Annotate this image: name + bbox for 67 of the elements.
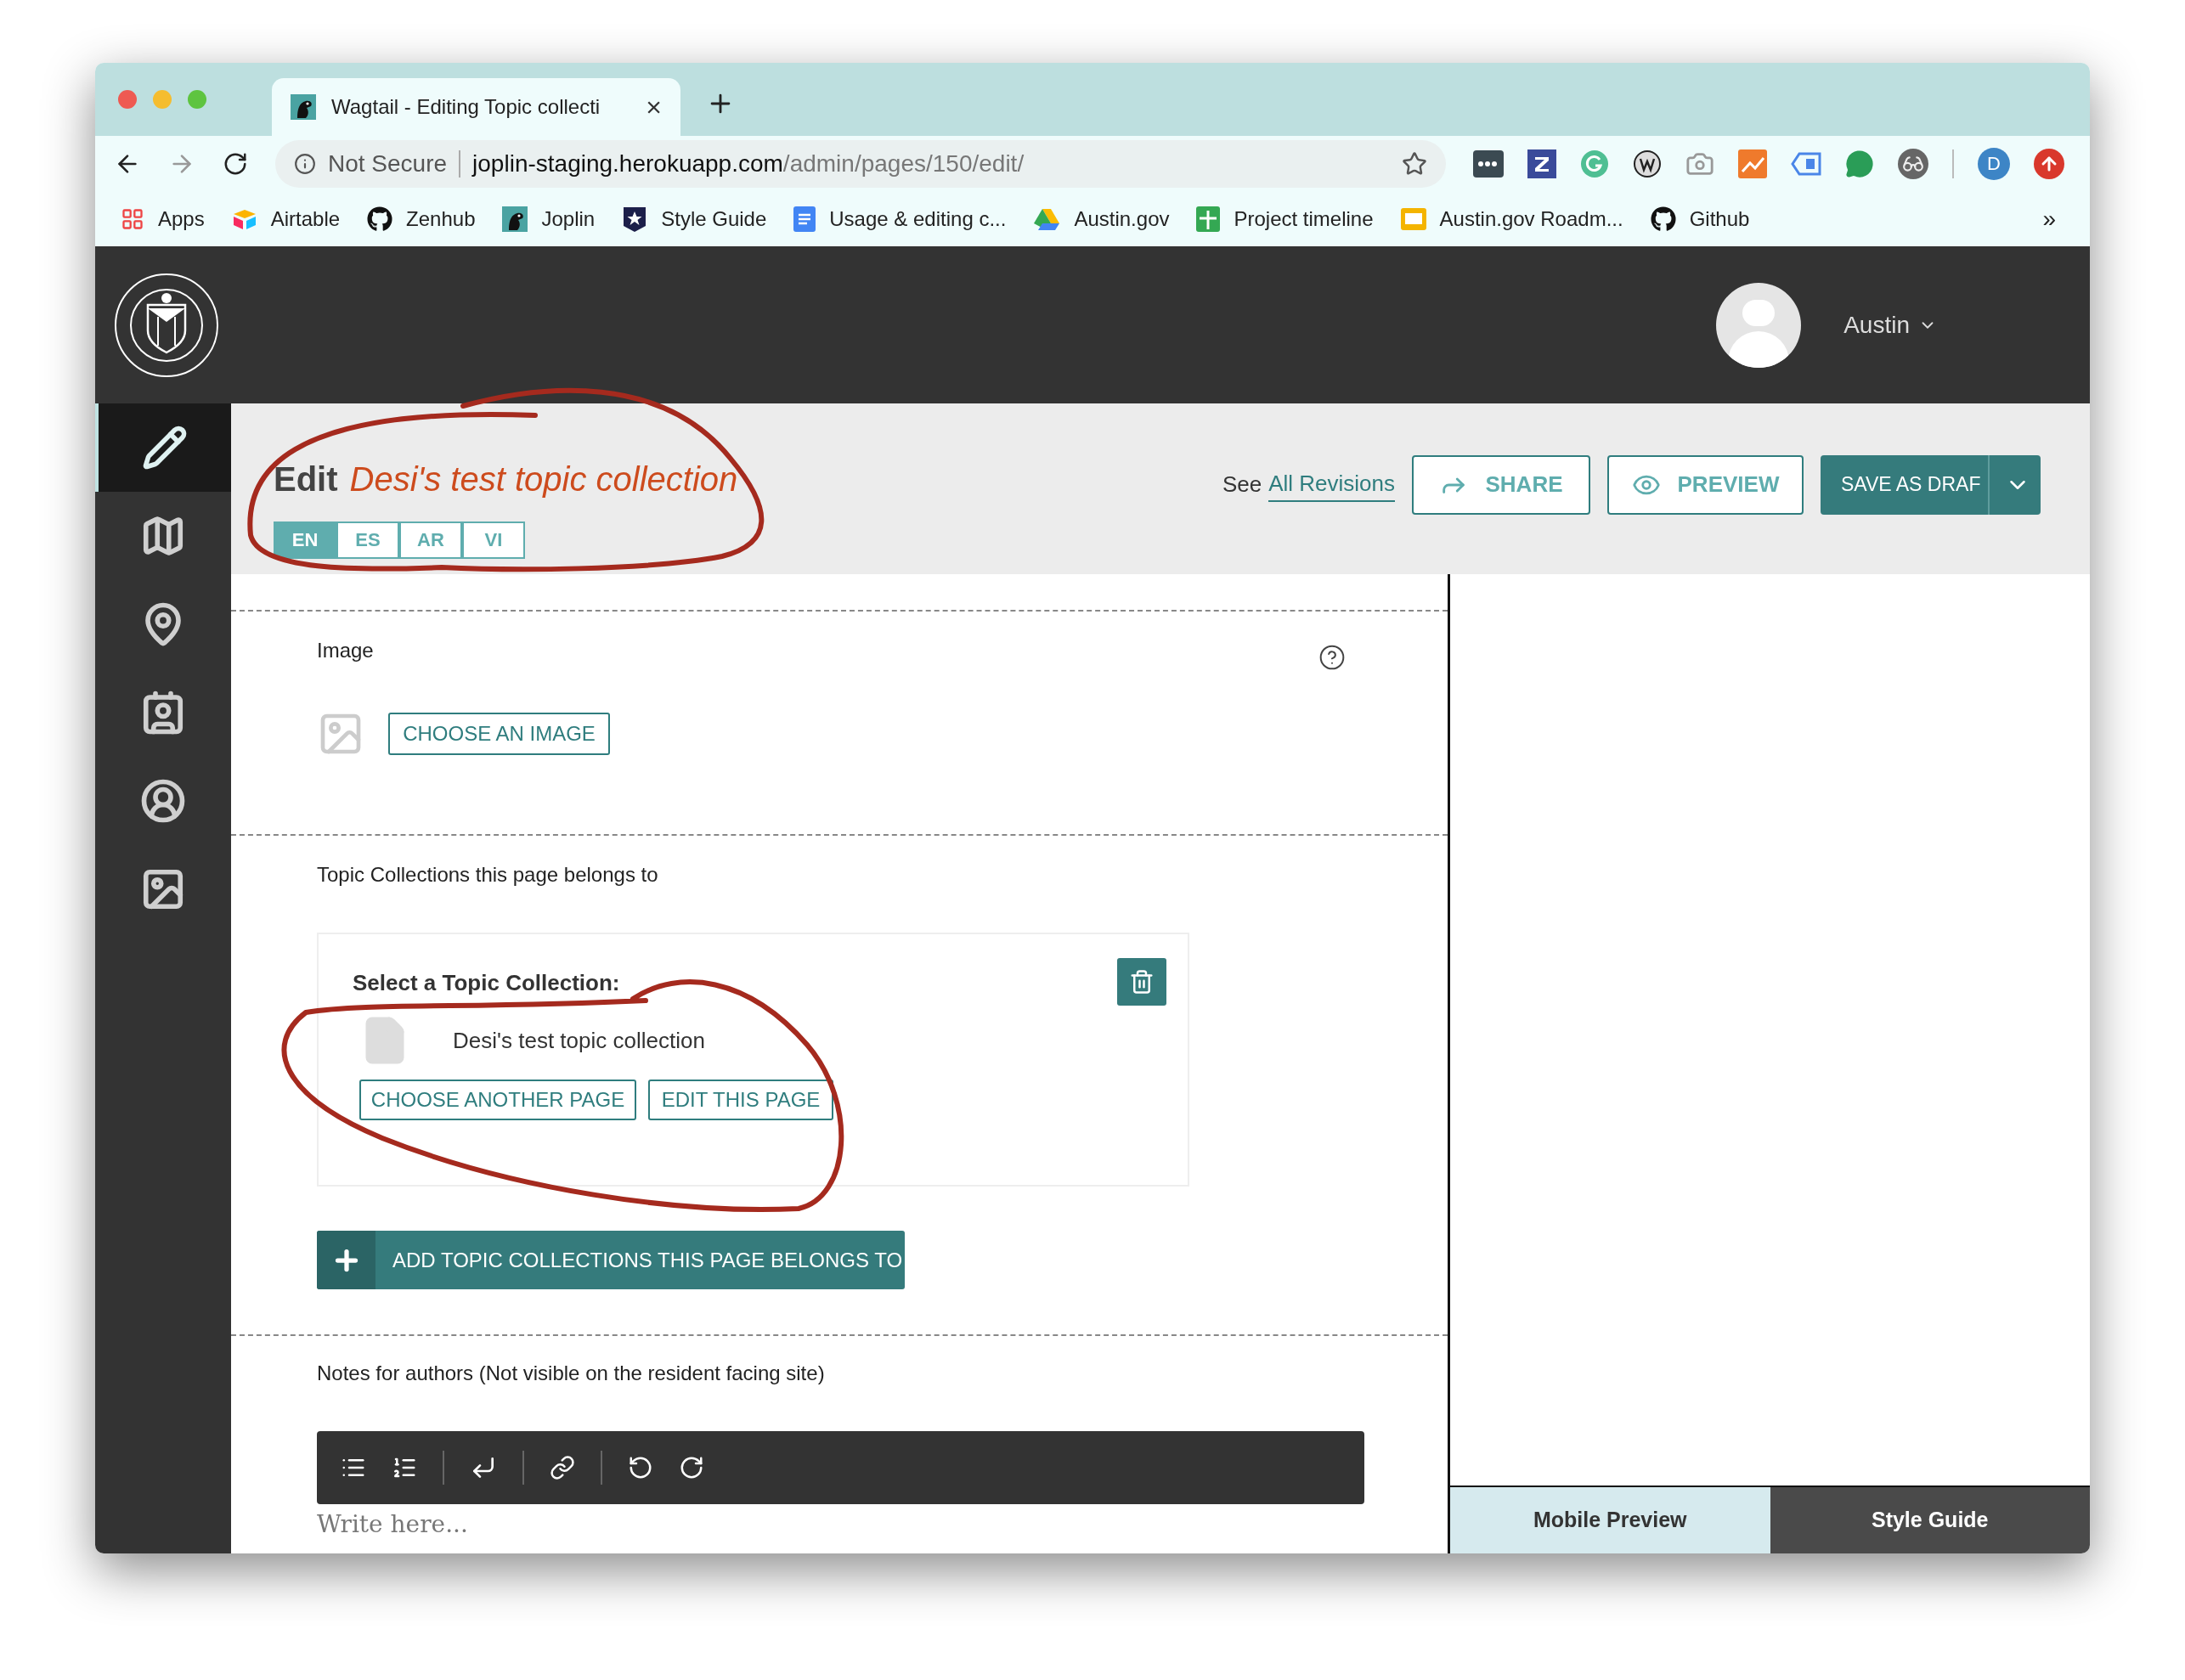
security-label: Not Secure bbox=[328, 149, 448, 178]
choose-another-page-button[interactable]: CHOOSE ANOTHER PAGE bbox=[359, 1080, 636, 1120]
user-menu-button[interactable]: Austin bbox=[1843, 307, 1937, 343]
slide-icon bbox=[1400, 207, 1426, 230]
help-icon[interactable] bbox=[1318, 644, 1346, 671]
bookmark-item[interactable]: Austin.gov bbox=[1033, 203, 1170, 234]
bookmark-item[interactable]: Style Guide bbox=[622, 203, 767, 234]
sidebar-item[interactable] bbox=[95, 403, 231, 492]
box-icon bbox=[231, 207, 257, 230]
cat-icon bbox=[1650, 206, 1676, 232]
bookmark-item[interactable]: Project timeline bbox=[1196, 203, 1374, 234]
triangle-icon bbox=[1033, 206, 1061, 231]
undo-icon[interactable] bbox=[628, 1455, 653, 1480]
revisions-prefix: See bbox=[1222, 471, 1262, 499]
delete-button[interactable] bbox=[1117, 958, 1166, 1006]
edit-label: Edit bbox=[274, 459, 338, 499]
notes-field[interactable]: Write here... bbox=[317, 1509, 1448, 1540]
field-label: Image bbox=[317, 638, 374, 663]
bookmark-item[interactable]: Joplin bbox=[502, 203, 596, 234]
tab-close-button[interactable]: × bbox=[646, 93, 662, 121]
address-bar[interactable]: Not Secure joplin-staging.herokuapp.com/admin/pages/150/edit/ bbox=[275, 139, 1446, 188]
bookmark-star-icon[interactable] bbox=[1402, 150, 1427, 177]
choose-image-button[interactable]: CHOOSE AN IMAGE bbox=[388, 713, 610, 755]
info-icon bbox=[294, 152, 316, 175]
field-label: Topic Collections this page belongs to bbox=[317, 863, 658, 886]
apps-grid-icon bbox=[121, 206, 144, 231]
redo-icon[interactable] bbox=[679, 1455, 704, 1480]
user-icon bbox=[140, 778, 186, 824]
chat-bubble-icon[interactable] bbox=[1845, 149, 1874, 178]
glasses-extension-icon[interactable] bbox=[1898, 148, 1928, 179]
seal-logo[interactable] bbox=[114, 272, 219, 378]
all-revisions-link[interactable]: All Revisions bbox=[1268, 467, 1395, 502]
bookmark-item[interactable]: Zenhub bbox=[367, 203, 476, 234]
chosen-page-title: Desi's test topic collection bbox=[453, 1026, 705, 1055]
document-icon bbox=[793, 206, 816, 232]
page-title: Desi's test topic collection bbox=[349, 459, 738, 499]
tab-title: Wagtail - Editing Topic collecti bbox=[331, 94, 601, 120]
url-text: joplin-staging.herokuapp.com/admin/pages/150/edit/ bbox=[472, 149, 1025, 178]
upload-extension-icon[interactable] bbox=[2034, 148, 2064, 179]
preview-tab[interactable]: Style Guide bbox=[1770, 1487, 2090, 1553]
pencil-icon bbox=[142, 425, 188, 471]
bookmark-item[interactable]: Airtable bbox=[231, 203, 341, 234]
card-heading: Select a Topic Collection: bbox=[353, 969, 620, 997]
w-extension-icon[interactable] bbox=[1633, 149, 1662, 178]
cat-icon bbox=[367, 206, 393, 232]
edit-this-page-button[interactable]: EDIT THIS PAGE bbox=[648, 1080, 833, 1120]
save-draft-button[interactable]: SAVE AS DRAF bbox=[1821, 454, 2041, 515]
browser-tab[interactable]: Wagtail - Editing Topic collecti × bbox=[272, 78, 680, 136]
bookmark-item[interactable]: Apps bbox=[121, 203, 205, 234]
bookmark-item[interactable]: Austin.gov Roadm... bbox=[1400, 203, 1623, 234]
sheet-icon bbox=[1196, 206, 1221, 232]
chart-extension-icon[interactable] bbox=[1738, 149, 1767, 178]
bookmark-item[interactable]: Github bbox=[1650, 203, 1750, 234]
more-bookmarks-button[interactable]: » bbox=[2042, 200, 2056, 237]
bird-icon bbox=[502, 206, 528, 232]
preview-tab[interactable]: Mobile Preview bbox=[1450, 1487, 1770, 1553]
tag-extension-icon[interactable] bbox=[1791, 150, 1821, 177]
link-icon[interactable] bbox=[550, 1455, 575, 1480]
z-extension-icon[interactable] bbox=[1527, 149, 1556, 178]
trash-icon bbox=[1129, 969, 1155, 995]
star-badge-icon bbox=[622, 205, 648, 233]
field-label: Notes for authors (Not visible on the resident facing site) bbox=[317, 1361, 825, 1384]
bird-icon bbox=[291, 94, 316, 120]
profile-avatar[interactable]: D bbox=[1978, 147, 2010, 180]
add-topic-collections-button[interactable]: ADD TOPIC COLLECTIONS THIS PAGE BELONGS TO bbox=[317, 1231, 905, 1289]
bookmark-item[interactable]: Usage & editing c... bbox=[793, 203, 1007, 234]
dots-extension-icon[interactable] bbox=[1473, 149, 1504, 178]
